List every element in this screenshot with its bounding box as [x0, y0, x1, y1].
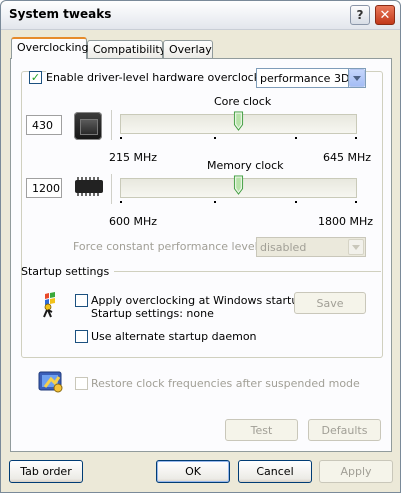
- save-button[interactable]: Save: [294, 292, 366, 314]
- tab-order-button[interactable]: Tab order: [9, 460, 83, 483]
- tick: [120, 137, 122, 139]
- chevron-down-icon: [352, 244, 360, 250]
- help-icon: ?: [356, 8, 364, 22]
- core-clock-slider-thumb[interactable]: [233, 111, 244, 131]
- enable-overclocking-checkbox[interactable]: ✓: [29, 71, 42, 84]
- startup-settings-text: Startup settings: none: [91, 307, 214, 320]
- test-button-label: Test: [250, 423, 273, 437]
- tab-label: Compatibility: [93, 43, 167, 56]
- tick: [295, 137, 297, 139]
- apply-label: Apply: [340, 465, 372, 478]
- chevron-down-icon: [353, 75, 361, 81]
- divider: [111, 174, 112, 204]
- windows-startup-icon: [43, 292, 55, 318]
- tick: [295, 201, 297, 203]
- tick: [355, 137, 357, 139]
- checkmark-icon: ✓: [30, 71, 41, 84]
- apply-button[interactable]: Apply: [319, 460, 393, 483]
- core-clock-max-label: 645 MHz: [323, 151, 372, 164]
- memory-clock-max-label: 1800 MHz: [318, 215, 374, 228]
- startup-settings-title: Startup settings: [21, 265, 110, 278]
- restore-clock-checkbox[interactable]: [75, 377, 88, 390]
- force-performance-dropdown[interactable]: disabled: [256, 237, 366, 257]
- test-button[interactable]: Test: [225, 419, 298, 441]
- defaults-button-label: Defaults: [321, 423, 368, 437]
- tick: [214, 201, 216, 203]
- close-icon: ✕: [379, 7, 391, 23]
- tab-overlay[interactable]: Overlay: [163, 40, 213, 58]
- restore-clock-icon: [38, 371, 63, 393]
- group-separator: [114, 271, 381, 272]
- tick: [355, 201, 357, 203]
- ok-label: OK: [185, 465, 201, 478]
- gpu-chip-icon: [74, 112, 102, 140]
- tick: [120, 201, 122, 203]
- apply-at-startup-label: Apply overclocking at Windows startup: [91, 294, 306, 307]
- core-clock-title: Core clock: [214, 95, 272, 108]
- overclocking-panel: ✓ Enable driver-level hardware overclock…: [10, 58, 392, 452]
- performance-mode-value: performance 3D: [260, 72, 350, 85]
- performance-mode-arrow[interactable]: [348, 68, 366, 88]
- force-performance-value: disabled: [260, 241, 307, 254]
- apply-at-startup-checkbox[interactable]: [75, 294, 88, 307]
- memory-clock-min-label: 600 MHz: [109, 215, 158, 228]
- core-clock-value: 430: [26, 115, 62, 135]
- tab-label: Overlay: [169, 43, 212, 56]
- tab-order-label: Tab order: [20, 465, 72, 478]
- tab-overclocking[interactable]: Overclocking: [11, 37, 89, 59]
- help-button[interactable]: ?: [350, 5, 370, 25]
- close-button[interactable]: ✕: [375, 5, 395, 25]
- ok-button[interactable]: OK: [156, 460, 230, 483]
- core-clock-min-label: 215 MHz: [109, 151, 158, 164]
- restore-clock-label: Restore clock frequencies after suspende…: [91, 377, 360, 390]
- window-title: System tweaks: [9, 7, 112, 21]
- alternate-daemon-label: Use alternate startup daemon: [91, 330, 257, 343]
- tab-label: Overclocking: [17, 41, 89, 54]
- memory-clock-slider-thumb[interactable]: [233, 175, 244, 195]
- system-tweaks-window: System tweaks ? ✕ Overclocking Compatibi…: [0, 0, 401, 493]
- memory-clock-title: Memory clock: [207, 159, 284, 172]
- cancel-label: Cancel: [256, 465, 294, 478]
- defaults-button[interactable]: Defaults: [308, 419, 381, 441]
- tick: [214, 137, 216, 139]
- tab-compatibility[interactable]: Compatibility: [87, 40, 167, 58]
- alternate-daemon-checkbox[interactable]: [75, 330, 88, 343]
- title-bar[interactable]: System tweaks ? ✕: [1, 1, 400, 30]
- divider: [111, 110, 112, 140]
- enable-overclocking-label: Enable driver-level hardware overclockin…: [46, 71, 280, 84]
- save-button-label: Save: [316, 296, 344, 310]
- memory-clock-value: 1200: [26, 178, 62, 198]
- force-performance-label: Force constant performance level: [73, 240, 258, 253]
- memory-chip-icon: [75, 177, 103, 196]
- cancel-button[interactable]: Cancel: [238, 460, 312, 483]
